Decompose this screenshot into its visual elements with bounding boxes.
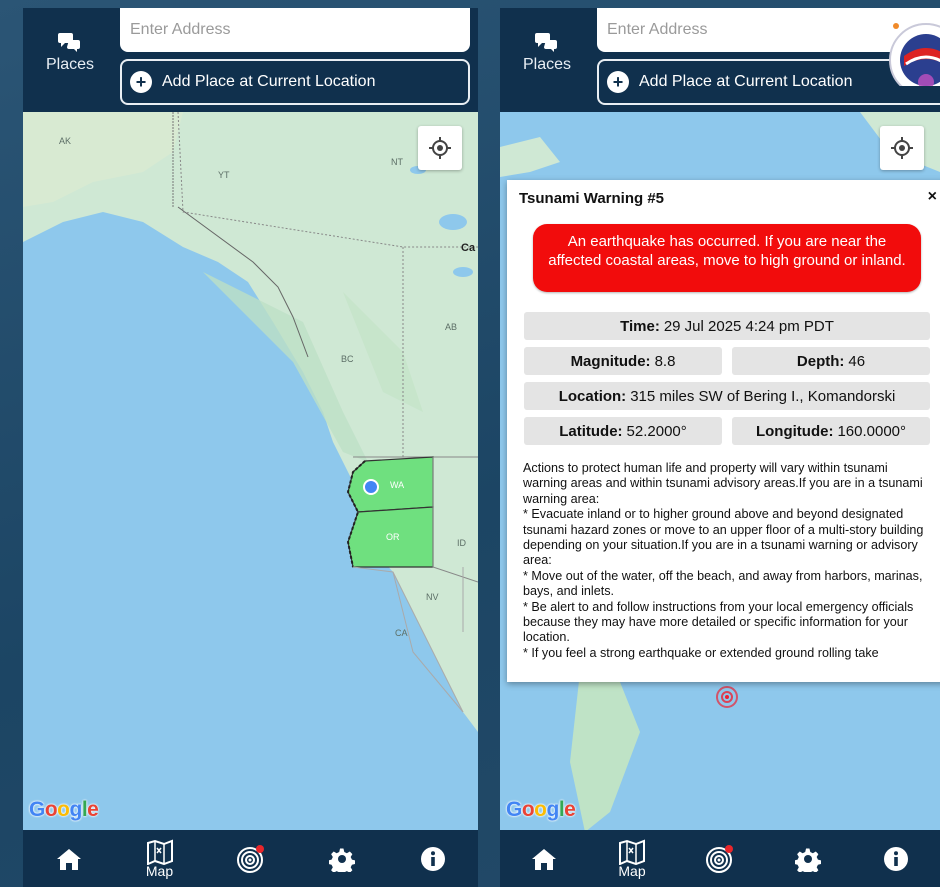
label-ak: AK: [59, 136, 72, 146]
map-canvas: [23, 112, 478, 830]
instruction-paragraph: Actions to protect human life and proper…: [523, 461, 923, 506]
bottom-nav: Map: [500, 830, 940, 887]
time-cell: Time: 29 Jul 2025 4:24 pm PDT: [524, 312, 930, 340]
nav-alerts[interactable]: [690, 844, 750, 874]
add-place-label: Add Place at Current Location: [639, 73, 853, 90]
nav-info[interactable]: [866, 846, 926, 872]
add-place-button[interactable]: + Add Place at Current Location: [120, 59, 470, 105]
current-location-dot: [363, 479, 379, 495]
map-screen-right: Places + Add Place at Current Location: [500, 8, 940, 887]
label-canada: Ca: [461, 242, 476, 254]
label-id: ID: [457, 538, 466, 548]
address-input[interactable]: [120, 8, 470, 52]
places-label: Places: [45, 56, 95, 73]
map-view[interactable]: AK YT NT Ca BC AB WA OR ID NV CA Google: [23, 112, 478, 830]
close-icon[interactable]: ×: [928, 188, 937, 206]
nav-map[interactable]: Map: [602, 839, 662, 879]
my-location-button[interactable]: [418, 126, 462, 170]
label-ca-state: CA: [395, 628, 408, 638]
plus-circle-icon: +: [130, 71, 152, 93]
header: Places + Add Place at Current Location: [23, 8, 478, 112]
magnitude-depth-row: Magnitude: 8.8 Depth: 46: [524, 347, 930, 375]
target-alert-icon: [706, 844, 733, 873]
places-button[interactable]: Places: [500, 28, 594, 88]
instruction-paragraph: * Evacuate inland or to higher ground ab…: [523, 507, 924, 568]
label-ab: AB: [445, 322, 458, 332]
instruction-paragraph: * If you feel a strong earthquake or ext…: [523, 645, 879, 660]
map-icon: [619, 839, 645, 865]
instruction-paragraph: * Be alert to and follow instructions fr…: [523, 599, 914, 645]
gear-icon: [328, 848, 355, 872]
nav-settings[interactable]: [778, 846, 838, 872]
alert-message: An earthquake has occurred. If you are n…: [533, 224, 921, 292]
tsunami-warning-popup: Tsunami Warning #5 × An earthquake has o…: [507, 180, 940, 682]
emergency-seal-logo: [889, 23, 940, 86]
map-icon: [146, 839, 173, 865]
depth-cell: Depth: 46: [732, 347, 930, 375]
google-logo: Google: [29, 798, 99, 821]
time-row: Time: 29 Jul 2025 4:24 pm PDT: [524, 312, 930, 340]
header: Places + Add Place at Current Location: [500, 8, 940, 112]
nav-alerts[interactable]: [221, 844, 281, 874]
nav-map-label: Map: [145, 862, 174, 879]
nav-map[interactable]: Map: [130, 839, 190, 879]
magnitude-cell: Magnitude: 8.8: [524, 347, 722, 375]
instruction-paragraph: * Move out of the water, off the beach, …: [523, 568, 923, 599]
popup-title: Tsunami Warning #5: [519, 190, 665, 207]
crosshair-icon: [891, 137, 913, 159]
bottom-nav: Map: [23, 830, 478, 887]
location-cell: Location: 315 miles SW of Bering I., Koma…: [524, 382, 930, 410]
home-icon: [56, 848, 81, 870]
gear-icon: [795, 848, 821, 872]
label-yt: YT: [218, 170, 230, 180]
google-logo: Google: [506, 798, 576, 821]
places-icon: [58, 33, 80, 52]
info-icon: [884, 846, 908, 871]
instructions-text: Actions to protect human life and proper…: [523, 461, 933, 669]
map-screen-left: Places + Add Place at Current Location: [23, 8, 478, 887]
label-wa: WA: [390, 480, 405, 490]
plus-circle-icon: +: [607, 71, 629, 93]
label-nv: NV: [426, 592, 439, 602]
nav-info[interactable]: [403, 846, 463, 872]
lat-lon-row: Latitude: 52.2000° Longitude: 160.0000°: [524, 417, 930, 445]
label-nt: NT: [391, 157, 403, 167]
info-icon: [420, 846, 445, 871]
longitude-cell: Longitude: 160.0000°: [732, 417, 930, 445]
nav-settings[interactable]: [312, 846, 372, 872]
home-icon: [532, 848, 556, 870]
nav-home[interactable]: [39, 847, 99, 871]
latitude-cell: Latitude: 52.2000°: [524, 417, 722, 445]
add-place-label: Add Place at Current Location: [162, 73, 376, 90]
my-location-button[interactable]: [880, 126, 924, 170]
target-alert-icon: [236, 844, 264, 873]
places-label: Places: [522, 56, 572, 73]
places-button[interactable]: Places: [23, 28, 117, 88]
nav-home[interactable]: [514, 847, 574, 871]
places-icon: [535, 33, 557, 52]
label-bc: BC: [341, 354, 354, 364]
nav-map-label: Map: [618, 862, 646, 879]
location-row: Location: 315 miles SW of Bering I., Koma…: [524, 382, 930, 410]
crosshair-icon: [429, 137, 451, 159]
label-or: OR: [386, 532, 400, 542]
